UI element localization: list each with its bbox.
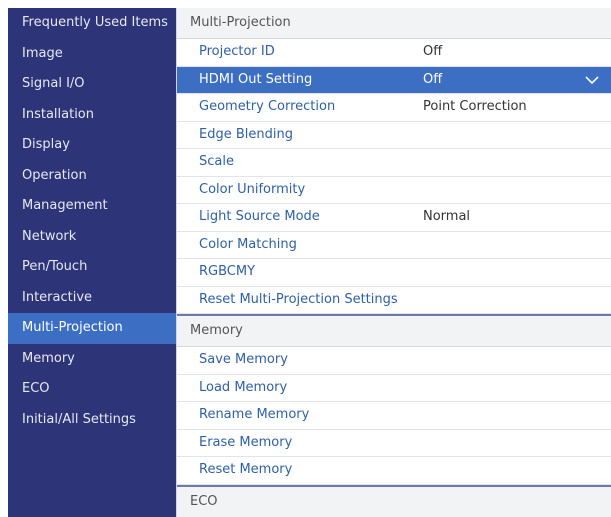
menu-row-hdmi-out-setting[interactable]: HDMI Out Setting Off	[177, 66, 611, 94]
menu-row-label: HDMI Out Setting	[199, 71, 313, 87]
menu-row-label: Color Uniformity	[199, 181, 306, 197]
section-header-multi-projection: Multi-Projection	[177, 8, 611, 39]
sidebar-item-interactive[interactable]: Interactive	[8, 283, 176, 314]
menu-row-scale[interactable]: Scale	[177, 149, 611, 177]
menu-row-value: Point Correction	[423, 99, 527, 114]
menu-row-erase-memory[interactable]: Erase Memory	[177, 430, 611, 457]
section-header-eco: ECO	[177, 484, 611, 517]
menu-row-value: Off	[423, 44, 443, 59]
menu-row-label: Light Source Mode	[199, 209, 320, 224]
menu-row-label: Scale	[199, 154, 234, 169]
chevron-down-icon[interactable]	[585, 73, 599, 87]
menu-row-label: Projector ID	[199, 44, 275, 59]
menu-row-label: Save Memory	[199, 352, 288, 367]
menu-row-color-matching[interactable]: Color Matching	[177, 232, 611, 259]
menu-row-value: Normal	[423, 209, 471, 224]
menu-row-color-uniformity[interactable]: Color Uniformity	[177, 177, 611, 204]
sidebar-item-installation[interactable]: Installation	[8, 100, 176, 131]
section-header-memory: Memory	[177, 314, 611, 347]
menu-row-label: Geometry Correction	[199, 99, 336, 114]
sidebar-item-memory[interactable]: Memory	[8, 344, 176, 375]
menu-row-label: Reset Multi-Projection Settings	[199, 291, 398, 307]
menu-row-label: Rename Memory	[199, 407, 310, 422]
menu-row-projector-id[interactable]: Projector ID Off	[177, 39, 611, 67]
menu-row-light-source-mode[interactable]: Light Source Mode Normal	[177, 204, 611, 232]
menu-row-label: Edge Blending	[199, 126, 293, 142]
menu-row-load-memory[interactable]: Load Memory	[177, 375, 611, 402]
menu-row-rename-memory[interactable]: Rename Memory	[177, 402, 611, 430]
menu-row-label: Reset Memory	[199, 462, 293, 477]
menu-row-rgbcmy[interactable]: RGBCMY	[177, 259, 611, 287]
sidebar-menu: Frequently Used Items Image Signal I/O Inst…	[8, 8, 176, 517]
sidebar-item-network[interactable]: Network	[8, 222, 176, 253]
sidebar-item-management[interactable]: Management	[8, 191, 176, 222]
sidebar-item-image[interactable]: Image	[8, 39, 176, 70]
menu-row-value: Off	[423, 71, 443, 87]
sidebar-item-operation[interactable]: Operation	[8, 161, 176, 192]
menu-row-label: Load Memory	[199, 379, 288, 395]
settings-panel: Multi-Projection Projector ID Off HDMI Out …	[176, 8, 611, 517]
menu-row-save-memory[interactable]: Save Memory	[177, 347, 611, 375]
menu-row-label: Erase Memory	[199, 434, 293, 450]
menu-row-label: Color Matching	[199, 236, 297, 252]
sidebar-item-display[interactable]: Display	[8, 130, 176, 161]
sidebar-item-signal-i-o[interactable]: Signal I/O	[8, 69, 176, 100]
menu-row-edge-blending[interactable]: Edge Blending	[177, 122, 611, 149]
menu-window: Frequently Used Items Image Signal I/O Inst…	[8, 8, 611, 517]
menu-row-geometry-correction[interactable]: Geometry Correction Point Correction	[177, 94, 611, 122]
sidebar-item-multi-projection[interactable]: Multi-Projection	[8, 313, 176, 344]
menu-row-reset-memory[interactable]: Reset Memory	[177, 457, 611, 485]
menu-row-label: RGBCMY	[199, 264, 256, 279]
sidebar-item-eco[interactable]: ECO	[8, 374, 176, 405]
menu-row-reset-multi-projection-settings[interactable]: Reset Multi-Projection Settings	[177, 287, 611, 314]
sidebar-item-initial-all-settings[interactable]: Initial/All Settings	[8, 405, 176, 436]
sidebar-item-frequently-used-items[interactable]: Frequently Used Items	[8, 8, 176, 39]
sidebar-item-pen-touch[interactable]: Pen/Touch	[8, 252, 176, 283]
